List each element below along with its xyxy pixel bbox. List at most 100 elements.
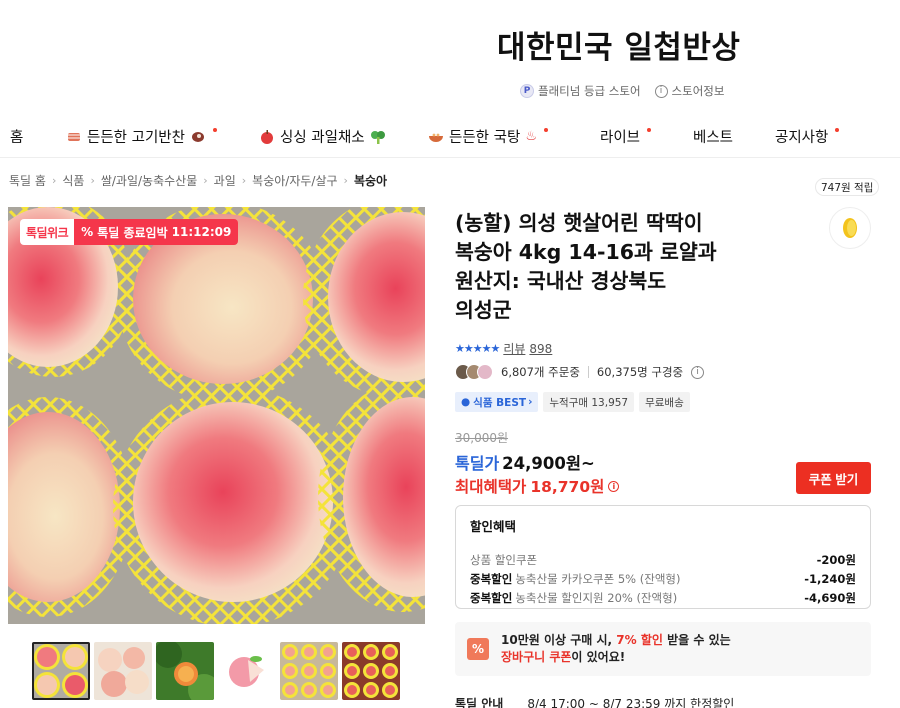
meat-icon bbox=[192, 131, 204, 142]
nav-label: 싱싱 과일채소 bbox=[280, 130, 365, 146]
discount-amount: -200원 bbox=[816, 552, 856, 567]
thumbnail[interactable] bbox=[342, 642, 400, 700]
cart-banner-line2: 장바구니 쿠폰이 있어요! bbox=[501, 649, 731, 666]
review-label: 리뷰 bbox=[503, 342, 526, 356]
tag-label: 식품 BEST bbox=[473, 396, 527, 409]
nav-item-soup[interactable]: 든든한 국탕 ♨ bbox=[428, 126, 548, 147]
new-dot bbox=[647, 127, 652, 132]
deal-timer: % 톡딜 종료임박 11:12:09 bbox=[74, 219, 239, 245]
coupon-button[interactable]: 쿠폰 받기 bbox=[796, 462, 871, 494]
points-badge: 747원 적립 bbox=[815, 178, 880, 196]
product-title-line: 의성군 bbox=[455, 298, 512, 322]
chevron-right-icon: › bbox=[241, 174, 247, 187]
thumbnail-image bbox=[156, 642, 214, 700]
nav-item-home[interactable]: 홈 bbox=[10, 126, 23, 147]
breadcrumb-item[interactable]: 쌀/과일/농축수산물 bbox=[101, 172, 197, 189]
gold-coin-icon bbox=[843, 218, 857, 238]
breadcrumb-item[interactable]: 톡딜 홈 bbox=[9, 172, 46, 189]
new-dot bbox=[835, 127, 840, 132]
breadcrumb-item[interactable]: 과일 bbox=[214, 172, 236, 189]
store-nav: 홈 든든한 고기반찬 싱싱 과일채소 든든한 국탕 ♨ 라이브 베스트 공지사항 bbox=[0, 118, 900, 156]
discount-header: 할인혜택 bbox=[470, 519, 517, 534]
product-title-line: (농할) 의성 햇살어린 딱딱이 bbox=[455, 211, 703, 235]
new-dot bbox=[543, 127, 548, 132]
deal-price: 24,900원~ bbox=[502, 454, 595, 473]
thumbnail-image bbox=[218, 642, 276, 700]
info-icon[interactable]: i bbox=[691, 365, 705, 379]
discount-desc: 상품 할인쿠폰 bbox=[470, 552, 538, 567]
soup-bowl-icon bbox=[429, 133, 443, 142]
deal-week-label: 톡딜위크 bbox=[20, 219, 75, 245]
points-button[interactable] bbox=[829, 207, 871, 249]
max-benefit-price: 18,770원 bbox=[530, 478, 605, 496]
breadcrumb-current[interactable]: 복숭아 bbox=[354, 172, 387, 189]
new-dot bbox=[213, 127, 217, 132]
nav-item-notice[interactable]: 공지사항 bbox=[775, 126, 840, 147]
review-count: 898 bbox=[529, 341, 553, 356]
cart-banner-text-d: 이 있어요! bbox=[571, 650, 626, 664]
thumbnail[interactable] bbox=[280, 642, 338, 700]
thumbnail-image bbox=[94, 642, 152, 700]
discount-tag: 중복할인 bbox=[470, 571, 513, 586]
deal-info: 톡딜 안내 8/4 17:00 ~ 8/7 23:59 까지 한정할인 bbox=[455, 695, 734, 708]
nav-item-best[interactable]: 베스트 bbox=[693, 126, 733, 147]
nav-label: 홈 bbox=[10, 130, 24, 146]
viewers-count: 60,375명 구경중 bbox=[596, 365, 684, 379]
rating-row[interactable]: ★★★★★ 리뷰 898 bbox=[455, 340, 552, 357]
original-price: 30,000원 bbox=[455, 431, 509, 445]
store-meta: P 플래티넘 등급 스토어 i 스토어정보 bbox=[520, 83, 724, 99]
tag-free-shipping: 무료배송 bbox=[639, 392, 690, 412]
info-icon: i bbox=[654, 84, 668, 98]
cart-coupon-banner[interactable]: % 10만원 이상 구매 시, 7% 할인 받을 수 있는 장바구니 쿠폰이 있… bbox=[455, 622, 871, 676]
deal-timer-badge: 톡딜위크 % 톡딜 종료임박 11:12:09 bbox=[20, 219, 239, 245]
product-title-line: 복숭아 4kg 14-16과 로얄과 bbox=[455, 240, 717, 264]
nav-item-fruit[interactable]: 싱싱 과일채소 bbox=[259, 126, 386, 147]
store-grade[interactable]: P 플래티넘 등급 스토어 bbox=[520, 83, 641, 99]
store-title[interactable]: 대한민국 일첩반상 bbox=[497, 22, 740, 67]
avatar bbox=[477, 364, 493, 380]
breadcrumb-item[interactable]: 복숭아/자두/살구 bbox=[252, 172, 337, 189]
discount-row: 중복할인 농축산물 할인지원 20% (잔액형) -4,690원 bbox=[470, 588, 856, 607]
divider bbox=[587, 366, 589, 378]
max-benefit-label: 최대혜택가 bbox=[455, 478, 527, 496]
cart-banner-text-a: 10만원 이상 구매 시, bbox=[501, 633, 613, 647]
chevron-right-icon: › bbox=[528, 396, 533, 408]
chevron-right-icon: › bbox=[203, 174, 208, 187]
skewer-icon bbox=[68, 132, 80, 141]
max-benefit-row: 최대혜택가 18,770원 i bbox=[455, 475, 620, 497]
thumbnail[interactable] bbox=[94, 642, 152, 700]
tag-food-best[interactable]: ● 식품 BEST › bbox=[455, 392, 539, 412]
discount-box: 할인혜택 상품 할인쿠폰 -200원 중복할인 농축산물 카카오쿠폰 5% (잔액… bbox=[455, 505, 871, 609]
store-info-link[interactable]: i 스토어정보 bbox=[654, 83, 724, 99]
cart-banner-highlight: 7% 할인 bbox=[616, 633, 663, 647]
chevron-right-icon: › bbox=[51, 174, 57, 187]
deal-price-row: 톡딜가 24,900원~ bbox=[455, 450, 595, 474]
peach-photo bbox=[8, 207, 425, 624]
percent-icon: % bbox=[467, 638, 489, 660]
thumbnail[interactable] bbox=[218, 642, 276, 700]
thumbnail-image bbox=[280, 642, 338, 700]
product-title-line: 원산지: 국내산 경상북도 bbox=[455, 269, 667, 293]
product-main-image[interactable]: 톡딜위크 % 톡딜 종료임박 11:12:09 bbox=[8, 207, 425, 624]
nav-item-live[interactable]: 라이브 bbox=[600, 126, 652, 147]
info-icon[interactable]: i bbox=[608, 480, 620, 492]
apple-icon bbox=[261, 129, 273, 144]
chevron-right-icon: › bbox=[90, 174, 95, 187]
nav-label: 공지사항 bbox=[775, 130, 829, 146]
star-rating-icon: ★★★★★ bbox=[455, 342, 500, 355]
nav-item-meat[interactable]: 든든한 고기반찬 bbox=[66, 126, 217, 147]
discount-amount: -4,690원 bbox=[804, 590, 856, 605]
discount-tag: 중복할인 bbox=[470, 590, 513, 605]
orders-count: 6,807개 주문중 bbox=[501, 365, 580, 379]
breadcrumb-item[interactable]: 식품 bbox=[62, 172, 84, 189]
thumbnail[interactable] bbox=[156, 642, 214, 700]
thumbnail-image bbox=[32, 642, 90, 700]
buyers-row: 6,807개 주문중 60,375명 구경중 i bbox=[455, 364, 705, 380]
nav-label: 라이브 bbox=[600, 130, 641, 146]
thumbnail[interactable] bbox=[32, 642, 90, 700]
discount-row: 상품 할인쿠폰 -200원 bbox=[470, 550, 856, 569]
discount-amount: -1,240원 bbox=[804, 571, 856, 586]
discount-desc: 농축산물 할인지원 20% (잔액형) bbox=[515, 590, 678, 605]
hot-spring-icon: ♨ bbox=[525, 129, 537, 144]
cart-banner-highlight: 장바구니 쿠폰 bbox=[501, 650, 572, 664]
